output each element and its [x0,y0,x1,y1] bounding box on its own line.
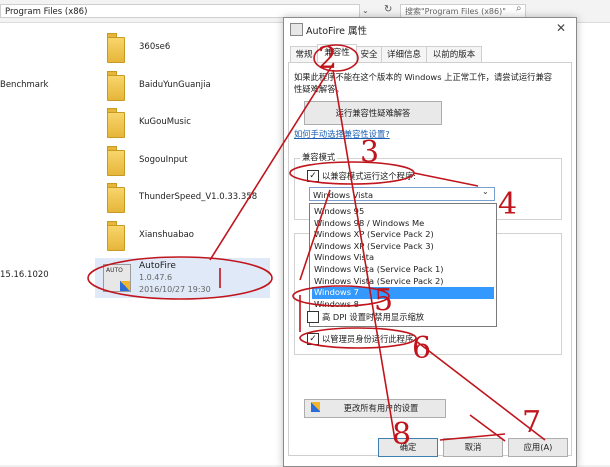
file-label: 15.16.1020 [0,270,49,280]
checkbox-label: 以管理员身份运行此程序 [322,334,414,344]
app-icon: AUTO [103,264,131,292]
file-version: 1.0.47.6 [139,273,173,282]
dropdown-option[interactable]: Windows XP (Service Pack 2) [312,229,494,241]
dropdown-option[interactable]: Windows 95 [312,206,494,218]
folder-name: BaiduYunGuanjia [139,80,211,90]
chevron-down-icon[interactable]: ⌄ [482,187,489,196]
dropdown-option[interactable]: Windows 98 / Windows Me [312,218,494,230]
search-input[interactable]: 搜索"Program Files (x86)" [400,4,526,18]
intro-text: 如果此程序不能在这个版本的 Windows 上正常工作，请尝试运行兼容性疑难解答… [294,72,553,94]
folder-icon [107,183,125,213]
checkbox-label: 以兼容模式运行这个程序: [322,171,417,181]
properties-dialog: AutoFire 属性 ✕ 常规 兼容性 安全 详细信息 以前的版本 如果此程序… [283,17,577,467]
dialog-title: AutoFire 属性 [306,26,368,37]
dropdown-option[interactable]: Windows 8 [312,299,494,311]
chevron-down-icon[interactable]: ⌄ [362,6,369,15]
dropdown-option[interactable]: Windows Vista [312,252,494,264]
compat-mode-dropdown: Windows 95 Windows 98 / Windows Me Windo… [309,203,497,327]
change-all-users-button[interactable]: 更改所有用户的设置 [304,399,446,418]
compat-mode-checkbox[interactable]: ✓ [307,170,319,182]
folder-name: 360se6 [139,42,171,52]
apply-button[interactable]: 应用(A) [508,438,568,457]
folder-icon [107,33,125,63]
file-date: 2016/10/27 19:30 [139,285,211,294]
folder-name: Xianshuabao [139,230,194,240]
cancel-button[interactable]: 取消 [443,438,503,457]
address-input[interactable]: Program Files (x86) [0,4,360,18]
search-icon[interactable]: ⌕ [516,3,522,14]
ok-button[interactable]: 确定 [378,438,438,457]
tab-compatibility[interactable]: 兼容性 [317,44,357,64]
folder-icon [107,146,125,176]
button-label: 更改所有用户的设置 [343,403,419,413]
refresh-icon[interactable]: ↻ [384,4,392,15]
compat-mode-select[interactable]: Windows Vista [309,187,495,201]
folder-icon [107,108,125,138]
dropdown-option-selected[interactable]: Windows 7 [312,287,494,299]
file-name: AutoFire [139,261,176,271]
shield-icon [311,402,320,412]
dialog-titlebar[interactable]: AutoFire 属性 ✕ [284,18,576,42]
group-label: 兼容模式 [300,151,338,163]
folder-name: SogouInput [139,155,188,165]
folder-name: KuGouMusic [139,117,191,127]
checkbox-label: 高 DPI 设置时禁用显示缩放 [322,312,425,322]
dropdown-option[interactable]: Windows Vista (Service Pack 2) [312,276,494,288]
folder-name: ThunderSpeed_V1.0.33.358 [139,192,258,202]
app-icon [290,23,303,36]
dropdown-option[interactable]: Windows Vista (Service Pack 1) [312,264,494,276]
dropdown-option[interactable]: Windows XP (Service Pack 3) [312,241,494,253]
manual-settings-link[interactable]: 如何手动选择兼容性设置? [294,128,390,140]
dpi-checkbox[interactable] [307,311,319,323]
run-as-admin-checkbox[interactable]: ✓ [307,333,319,345]
file-label: Benchmark [0,80,49,90]
troubleshoot-button[interactable]: 运行兼容性疑难解答 [304,101,442,125]
folder-icon [107,221,125,251]
folder-icon [107,71,125,101]
close-icon[interactable]: ✕ [556,21,566,35]
